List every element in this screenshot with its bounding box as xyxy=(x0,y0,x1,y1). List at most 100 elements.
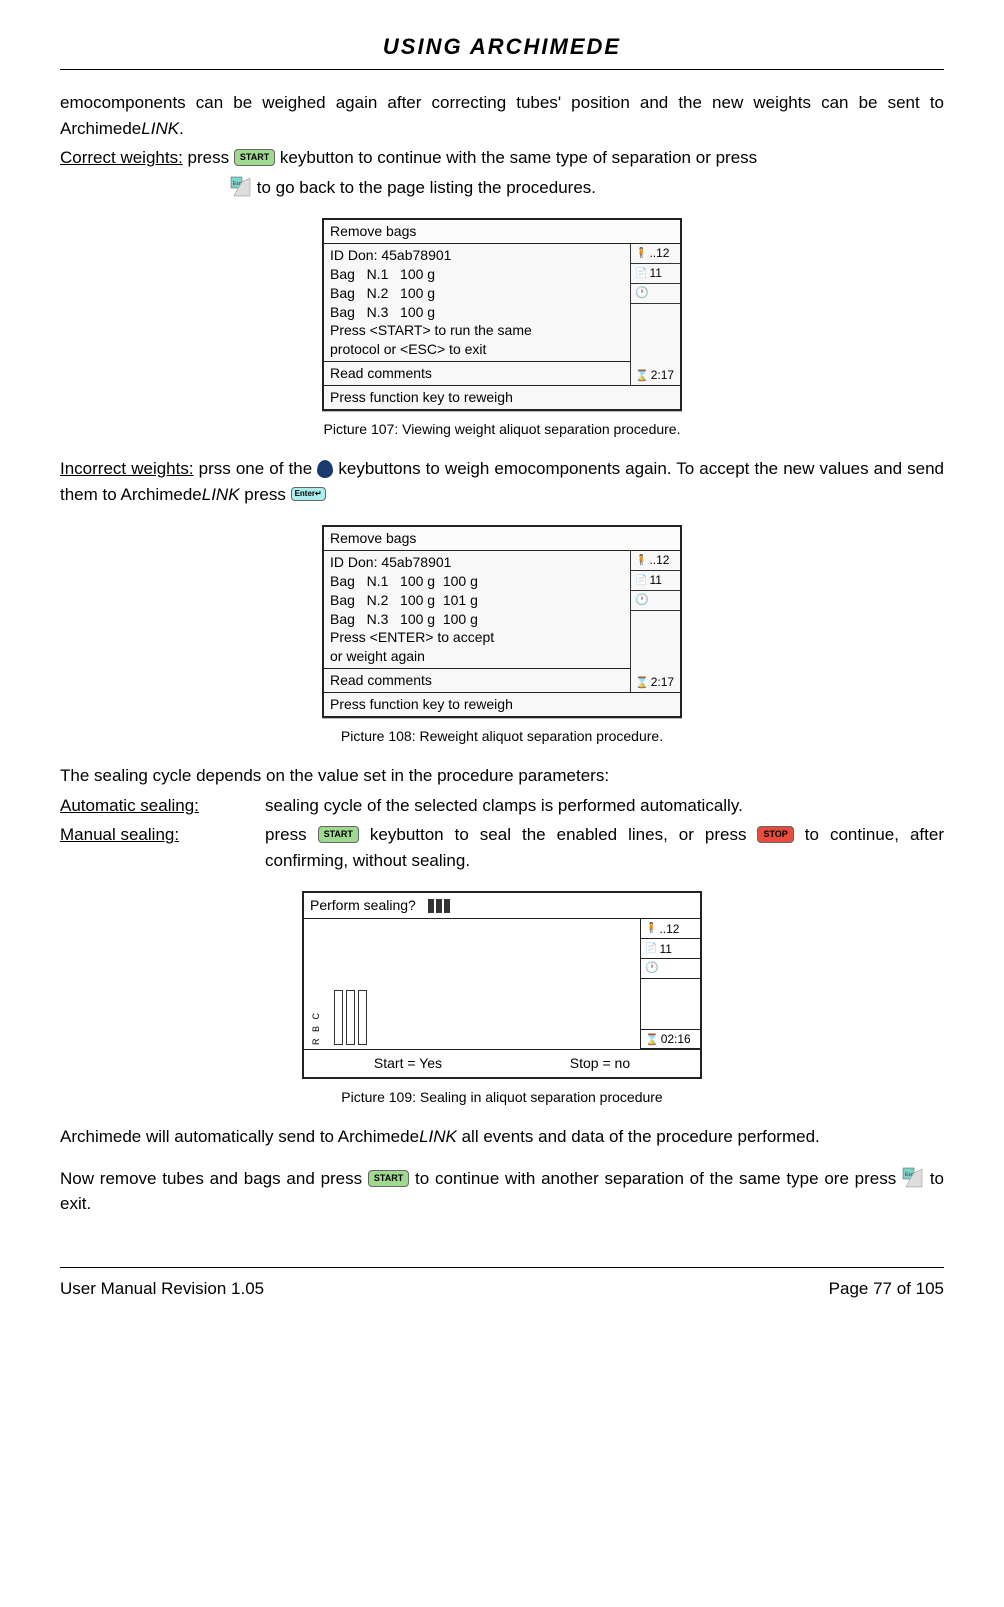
start-button-icon: START xyxy=(368,1170,409,1187)
footer-left: User Manual Revision 1.05 xyxy=(60,1276,264,1302)
incorrect-text3: press xyxy=(240,485,291,504)
correct-text-2: keybutton to continue with the same type… xyxy=(275,148,757,167)
side1-val: ..12 xyxy=(649,552,669,568)
side2-val: 11 xyxy=(649,572,661,588)
screen-108-side2: 11 xyxy=(631,571,680,591)
side2-val: 11 xyxy=(659,940,671,958)
person-icon xyxy=(635,554,647,568)
esc-button-icon: Esc xyxy=(902,1167,924,1189)
screen-108-time: 2:17 xyxy=(631,672,680,692)
screen-107-title: Remove bags xyxy=(324,220,680,244)
screen-108-row2: Bag N.2 100 g 101 g xyxy=(330,591,624,610)
screen-108-read: Read comments xyxy=(330,671,624,690)
screen-107-instr1: Press <START> to run the same xyxy=(330,321,624,340)
drop-icon xyxy=(317,460,333,478)
manual-sealing-row: Manual sealing: press START keybutton to… xyxy=(60,822,944,873)
stop-button-icon: STOP xyxy=(757,826,793,843)
link-text-3: LINK xyxy=(419,1127,457,1146)
side1-val: ..12 xyxy=(659,920,679,938)
manual-text2: keybutton to seal the enabled lines, or … xyxy=(359,825,758,844)
incorrect-label: Incorrect weights: xyxy=(60,459,194,478)
link-text-2: LINK xyxy=(202,485,240,504)
correct-text-1: press xyxy=(183,148,234,167)
clock-icon xyxy=(645,960,659,977)
screen-107-id: ID Don: 45ab78901 xyxy=(330,246,624,265)
start-button-icon: START xyxy=(234,149,275,166)
screen-108-title: Remove bags xyxy=(324,527,680,551)
screen-107-bag1: Bag N.1 100 g xyxy=(330,265,624,284)
screen-107-side3 xyxy=(631,284,680,304)
screen-108-row1: Bag N.1 100 g 100 g xyxy=(330,572,624,591)
auto-sealing-desc: sealing cycle of the selected clamps is … xyxy=(265,793,944,819)
screen-109-side3 xyxy=(641,959,700,979)
intro-paragraph: emocomponents can be weighed again after… xyxy=(60,90,944,141)
doc-icon xyxy=(635,267,647,281)
incorrect-para: Incorrect weights: prss one of the keybu… xyxy=(60,456,944,507)
screen-109-time: 02:16 xyxy=(641,1029,700,1049)
closing-para1: Archimede will automatically send to Arc… xyxy=(60,1124,944,1150)
screen-108-side3 xyxy=(631,591,680,611)
page-header: USING ARCHIMEDE xyxy=(60,30,944,70)
closing-2b: to continue with another separation of t… xyxy=(409,1169,902,1188)
start-button-icon: START xyxy=(318,826,359,843)
screen-109-start: Start = Yes xyxy=(374,1053,442,1074)
intro-period: . xyxy=(179,119,184,138)
clock-icon xyxy=(635,286,649,301)
screen-109-side1: ..12 xyxy=(641,919,700,939)
screen-107-footer: Press function key to reweigh xyxy=(324,385,680,409)
side2-val: 11 xyxy=(649,265,661,281)
sealing-bars-icon xyxy=(428,899,450,913)
rbc-label: R B C xyxy=(310,1011,324,1045)
tubes-graphic xyxy=(334,990,367,1045)
screen-108-row3: Bag N.3 100 g 100 g xyxy=(330,610,624,629)
manual-text1: press xyxy=(265,825,318,844)
hourglass-icon xyxy=(635,367,649,384)
manual-sealing-label: Manual sealing: xyxy=(60,822,265,873)
page-footer: User Manual Revision 1.05 Page 77 of 105 xyxy=(60,1267,944,1302)
screen-108-instr1: Press <ENTER> to accept xyxy=(330,628,624,647)
caption-108: Picture 108: Reweight aliquot separation… xyxy=(60,726,944,747)
content-body: emocomponents can be weighed again after… xyxy=(60,90,944,1217)
hourglass-icon xyxy=(635,674,649,691)
doc-icon xyxy=(645,941,657,956)
link-text: LINK xyxy=(141,119,179,138)
intro-text: emocomponents can be weighed again after… xyxy=(60,93,944,138)
screen-107-side2: 11 xyxy=(631,264,680,284)
screen-109-side2: 11 xyxy=(641,939,700,959)
screen-108-footer: Press function key to reweigh xyxy=(324,692,680,716)
side1-val: ..12 xyxy=(649,245,669,261)
screen-108-id: ID Don: 45ab78901 xyxy=(330,553,624,572)
screen-107: Remove bags ID Don: 45ab78901 Bag N.1 10… xyxy=(322,218,682,411)
time-val: 02:16 xyxy=(661,1030,691,1048)
time-val: 2:17 xyxy=(651,367,674,383)
person-icon xyxy=(645,921,657,936)
person-icon xyxy=(635,247,647,261)
screen-109-stop: Stop = no xyxy=(570,1053,630,1074)
footer-right: Page 77 of 105 xyxy=(829,1276,944,1302)
caption-109: Picture 109: Sealing in aliquot separati… xyxy=(60,1087,944,1108)
screen-107-bag3: Bag N.3 100 g xyxy=(330,303,624,322)
closing-para2: Now remove tubes and bags and press STAR… xyxy=(60,1166,944,1217)
screen-109: Perform sealing? R B C ..12 11 02:16 Sta… xyxy=(302,891,702,1079)
screen-108-side1: ..12 xyxy=(631,551,680,571)
esc-button-icon: Esc xyxy=(230,176,252,198)
screen-107-read: Read comments xyxy=(330,364,624,383)
correct-text-3: to go back to the page listing the proce… xyxy=(252,178,596,197)
screen-107-bag2: Bag N.2 100 g xyxy=(330,284,624,303)
doc-icon xyxy=(635,574,647,588)
time-val: 2:17 xyxy=(651,674,674,690)
screen-109-title: Perform sealing? xyxy=(310,895,416,916)
closing-1c: all events and data of the procedure per… xyxy=(457,1127,820,1146)
hourglass-icon xyxy=(645,1030,659,1049)
enter-button-icon: Enter↵ xyxy=(291,487,326,501)
auto-sealing-row: Automatic sealing: sealing cycle of the … xyxy=(60,793,944,819)
correct-weights-label: Correct weights: xyxy=(60,148,183,167)
screen-108: Remove bags ID Don: 45ab78901 Bag N.1 10… xyxy=(322,525,682,718)
screen-107-side1: ..12 xyxy=(631,244,680,264)
closing-1a: Archimede will automatically send to Arc… xyxy=(60,1127,419,1146)
incorrect-text1: prss one of the xyxy=(194,459,318,478)
manual-sealing-desc: press START keybutton to seal the enable… xyxy=(265,822,944,873)
caption-107: Picture 107: Viewing weight aliquot sepa… xyxy=(60,419,944,440)
closing-2a: Now remove tubes and bags and press xyxy=(60,1169,368,1188)
screen-108-instr2: or weight again xyxy=(330,647,624,666)
